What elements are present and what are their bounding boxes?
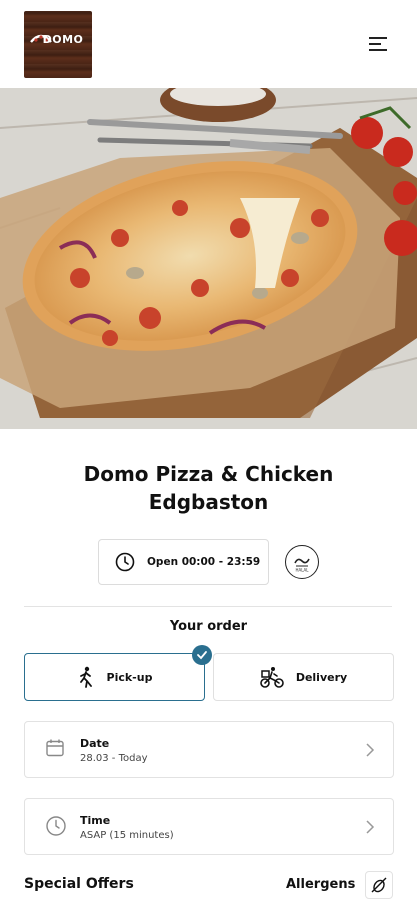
- logo-text: DOMO: [42, 33, 84, 46]
- section-divider: [24, 606, 392, 607]
- opening-hours-text: Open 00:00 - 23:59: [147, 556, 261, 568]
- app-header: DOMO: [0, 0, 417, 88]
- special-offers-heading: Special Offers: [24, 876, 134, 892]
- pizza-photo-icon: [0, 88, 417, 429]
- svg-text:HALAL: HALAL: [295, 568, 309, 573]
- delivery-label: Delivery: [295, 670, 348, 684]
- allergens-icon[interactable]: [365, 871, 393, 899]
- halal-badge-icon: HALAL: [285, 545, 319, 579]
- clock-icon: [46, 816, 66, 836]
- time-value: ASAP (15 minutes): [80, 830, 174, 841]
- chevron-right-icon: [366, 820, 375, 834]
- date-selector[interactable]: Date 28.03 - Today: [24, 721, 394, 778]
- calendar-icon: [46, 739, 64, 757]
- date-label: Date: [80, 737, 110, 750]
- hamburger-menu-icon[interactable]: [365, 34, 391, 54]
- pickup-button[interactable]: Pick-up: [24, 653, 205, 701]
- restaurant-logo[interactable]: DOMO: [24, 11, 92, 78]
- chevron-right-icon: [366, 743, 375, 757]
- restaurant-title: Domo Pizza & Chicken Edgbaston: [0, 460, 417, 516]
- opening-hours-box: Open 00:00 - 23:59: [98, 539, 269, 585]
- restaurant-name-line1: Domo Pizza & Chicken: [83, 462, 334, 486]
- time-label: Time: [80, 814, 111, 827]
- clock-icon: [115, 552, 135, 572]
- time-selector[interactable]: Time ASAP (15 minutes): [24, 798, 394, 855]
- allergens-link[interactable]: Allergens: [286, 877, 355, 892]
- your-order-heading: Your order: [169, 619, 248, 634]
- restaurant-name-line2: Edgbaston: [148, 490, 269, 514]
- hero-pizza-image: [0, 88, 417, 429]
- delivery-button[interactable]: Delivery: [213, 653, 394, 701]
- delivery-bike-icon: [260, 667, 284, 688]
- selected-check-icon: [192, 645, 212, 665]
- pickup-label: Pick-up: [106, 670, 153, 684]
- date-value: 28.03 - Today: [80, 753, 148, 764]
- walking-person-icon: [79, 666, 92, 688]
